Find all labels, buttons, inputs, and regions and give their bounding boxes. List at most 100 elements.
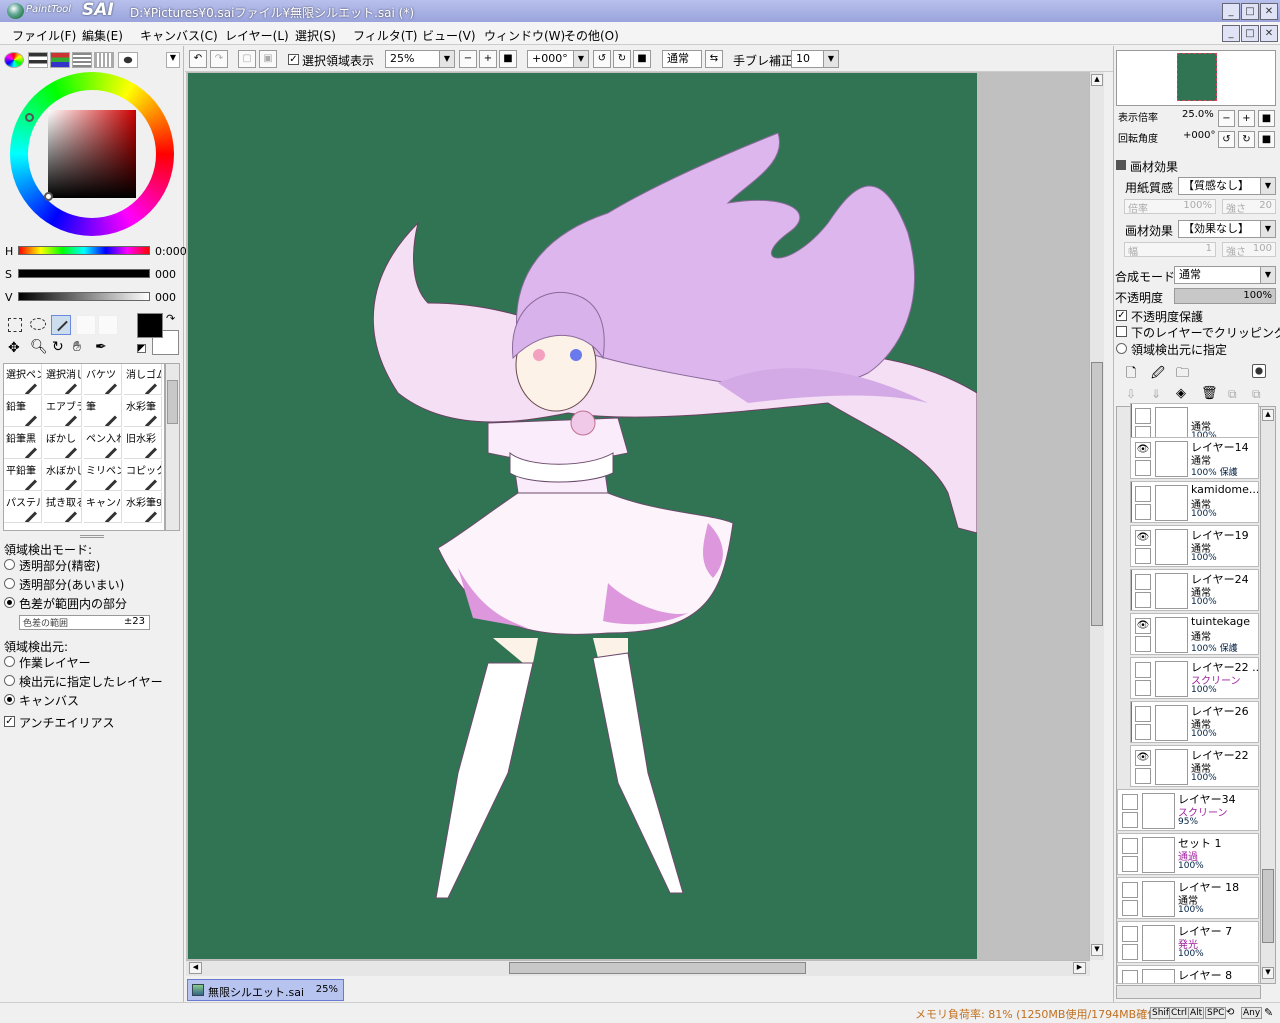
lock-toggle[interactable] bbox=[1135, 548, 1151, 564]
radio-specified-layer[interactable] bbox=[4, 675, 15, 686]
swatch-tab-icon[interactable] bbox=[72, 52, 92, 68]
layer-row[interactable]: レイヤー 7 発光 100% bbox=[1117, 921, 1259, 963]
saturation-slider[interactable] bbox=[18, 269, 150, 278]
lock-toggle[interactable] bbox=[1122, 812, 1138, 828]
doc-minimize-button[interactable]: _ bbox=[1222, 25, 1240, 42]
menu-canvas[interactable]: キャンバス(C) bbox=[140, 27, 218, 44]
layer-row[interactable]: 👁 レイヤー14 通常 100% 保護 bbox=[1130, 437, 1259, 479]
rotate-reset-button[interactable]: ■ bbox=[633, 50, 651, 68]
opacity-slider[interactable]: 100% bbox=[1174, 288, 1276, 304]
lock-toggle[interactable] bbox=[1135, 724, 1151, 740]
paper-texture-select[interactable]: 【質感なし】 ▼ bbox=[1178, 177, 1276, 195]
panel-menu-icon[interactable]: ▼ bbox=[166, 52, 180, 68]
brush-tool-slot[interactable]: ペン入れ bbox=[84, 428, 122, 459]
reset-colors-icon[interactable] bbox=[137, 344, 146, 353]
nav-zoom-in-button[interactable]: + bbox=[1238, 110, 1255, 127]
color-wheel-tab-icon[interactable] bbox=[4, 52, 24, 68]
brush-tool-slot[interactable]: 拭き取る bbox=[44, 492, 82, 523]
brush-tool-slot[interactable]: 旧水彩 bbox=[124, 428, 162, 459]
horizontal-scroll-thumb[interactable] bbox=[509, 962, 806, 974]
menu-file[interactable]: ファイル(F) bbox=[12, 27, 76, 44]
texture-strength-slider[interactable]: 強さ 20 bbox=[1222, 199, 1276, 215]
visibility-toggle[interactable]: 👁 bbox=[1135, 530, 1151, 546]
eyedropper-icon[interactable]: ✒ bbox=[95, 339, 107, 355]
zoom-icon[interactable]: 🔍︎ bbox=[30, 339, 48, 355]
mixer-tab-icon[interactable] bbox=[118, 52, 138, 68]
visibility-toggle[interactable]: 👁 bbox=[1135, 442, 1151, 458]
texture-scale-slider[interactable]: 倍率 100% bbox=[1124, 199, 1216, 215]
rotate-right-button[interactable]: ↻ bbox=[613, 50, 631, 68]
horizontal-scrollbar[interactable]: ◀ ▶ bbox=[186, 960, 1090, 976]
layer-row[interactable]: レイヤー26 通常 100% bbox=[1130, 701, 1259, 743]
blend-mode-button[interactable]: 通常 bbox=[662, 50, 702, 68]
brush-tool-slot[interactable]: 水彩筆9版 bbox=[124, 492, 162, 523]
flip-horizontal-button[interactable]: ⇆ bbox=[705, 50, 723, 68]
visibility-toggle[interactable] bbox=[1122, 926, 1138, 942]
radio-work-layer[interactable] bbox=[4, 656, 15, 667]
brush-tool-slot[interactable]: 鉛筆黒 bbox=[4, 428, 42, 459]
tool-grid-scrollbar[interactable] bbox=[165, 363, 180, 531]
rotate-left-button[interactable]: ↺ bbox=[593, 50, 611, 68]
layer-row[interactable]: レイヤー 18 通常 100% bbox=[1117, 877, 1259, 919]
brush-tool-slot[interactable]: ミリペン用 bbox=[84, 460, 122, 491]
effect-strength-slider[interactable]: 強さ 100 bbox=[1222, 242, 1276, 258]
lock-toggle[interactable] bbox=[1135, 504, 1151, 520]
brush-tool-slot[interactable]: 鉛筆 bbox=[4, 396, 42, 427]
layer-row[interactable]: 👁 レイヤー22 通常 100% bbox=[1130, 745, 1259, 787]
new-layer-icon[interactable]: 🗋 bbox=[1126, 364, 1136, 386]
hue-picker-handle[interactable] bbox=[25, 113, 34, 122]
lock-toggle[interactable] bbox=[1122, 900, 1138, 916]
nav-rotate-left-button[interactable]: ↺ bbox=[1218, 131, 1235, 148]
navigator-preview[interactable] bbox=[1116, 50, 1276, 106]
antialias-checkbox[interactable]: ✓ bbox=[4, 716, 15, 727]
zoom-in-button[interactable]: + bbox=[479, 50, 497, 68]
layer-blend-select[interactable]: 通常 ▼ bbox=[1174, 266, 1276, 284]
value-slider[interactable] bbox=[18, 292, 150, 301]
layer-row[interactable]: レイヤー34 スクリーン 95% bbox=[1117, 789, 1259, 831]
deselect-button[interactable]: ▢ bbox=[238, 50, 256, 68]
saturation-value-square[interactable] bbox=[48, 110, 136, 198]
zoom-out-button[interactable]: − bbox=[459, 50, 477, 68]
lock-toggle[interactable] bbox=[1135, 680, 1151, 696]
nav-rotate-right-button[interactable]: ↻ bbox=[1238, 131, 1255, 148]
zoom-reset-button[interactable]: ■ bbox=[499, 50, 517, 68]
doc-close-button[interactable]: ✕ bbox=[1260, 25, 1278, 42]
brush-tool-slot[interactable]: 水彩筆 bbox=[124, 396, 162, 427]
hue-slider[interactable] bbox=[18, 246, 150, 255]
effect-width-slider[interactable]: 幅1 bbox=[1124, 242, 1216, 258]
angle-select[interactable]: +000° ▼ bbox=[527, 50, 589, 68]
menu-layer[interactable]: レイヤー(L) bbox=[225, 27, 289, 44]
brush-tool-slot[interactable]: 水ぼかし bbox=[44, 460, 82, 491]
minimize-button[interactable]: _ bbox=[1222, 3, 1240, 20]
menu-window[interactable]: ウィンドウ(W) bbox=[484, 27, 565, 44]
lasso-icon[interactable] bbox=[30, 318, 46, 330]
layer-list-scrollbar[interactable]: ▲ ▼ bbox=[1260, 406, 1276, 984]
rotate-icon[interactable]: ↻ bbox=[52, 339, 64, 355]
brush-tool-slot[interactable]: バケツ bbox=[84, 364, 122, 395]
magic-wand-icon[interactable] bbox=[51, 315, 71, 335]
merge-down-icon[interactable]: ⇓ bbox=[1151, 387, 1161, 401]
menu-view[interactable]: ビュー(V) bbox=[422, 27, 476, 44]
visibility-toggle[interactable] bbox=[1135, 486, 1151, 502]
color-range-slider[interactable]: 色差の範囲 ±23 bbox=[19, 615, 150, 630]
scratchpad-tab-icon[interactable] bbox=[94, 52, 114, 68]
visibility-toggle[interactable]: 👁 bbox=[1135, 618, 1151, 634]
radio-color-range[interactable] bbox=[4, 597, 15, 608]
redo-button[interactable]: ↷ bbox=[210, 50, 228, 68]
foreground-color-swatch[interactable] bbox=[137, 313, 163, 338]
hand-icon[interactable]: ✋︎ bbox=[73, 339, 81, 355]
visibility-toggle[interactable]: 👁 bbox=[1135, 750, 1151, 766]
zoom-select[interactable]: 25% ▼ bbox=[385, 50, 455, 68]
radio-transparent-precise[interactable] bbox=[4, 559, 15, 570]
layer-row[interactable]: 👁 tuintekage 通常 100% 保護 bbox=[1130, 613, 1259, 655]
menu-edit[interactable]: 編集(E) bbox=[82, 27, 123, 44]
lock-toggle[interactable] bbox=[1122, 944, 1138, 960]
brush-tool-slot[interactable]: 筆 bbox=[84, 396, 122, 427]
nav-rotate-reset-button[interactable]: ■ bbox=[1258, 131, 1275, 148]
hsv-slider-tab-icon[interactable] bbox=[50, 52, 70, 68]
menu-select[interactable]: 選択(S) bbox=[295, 27, 336, 44]
stabilizer-select[interactable]: 10 ▼ bbox=[791, 50, 839, 68]
nav-zoom-out-button[interactable]: − bbox=[1218, 110, 1235, 127]
maximize-button[interactable]: □ bbox=[1241, 3, 1259, 20]
clear-layer-icon[interactable]: ◈ bbox=[1176, 386, 1186, 401]
